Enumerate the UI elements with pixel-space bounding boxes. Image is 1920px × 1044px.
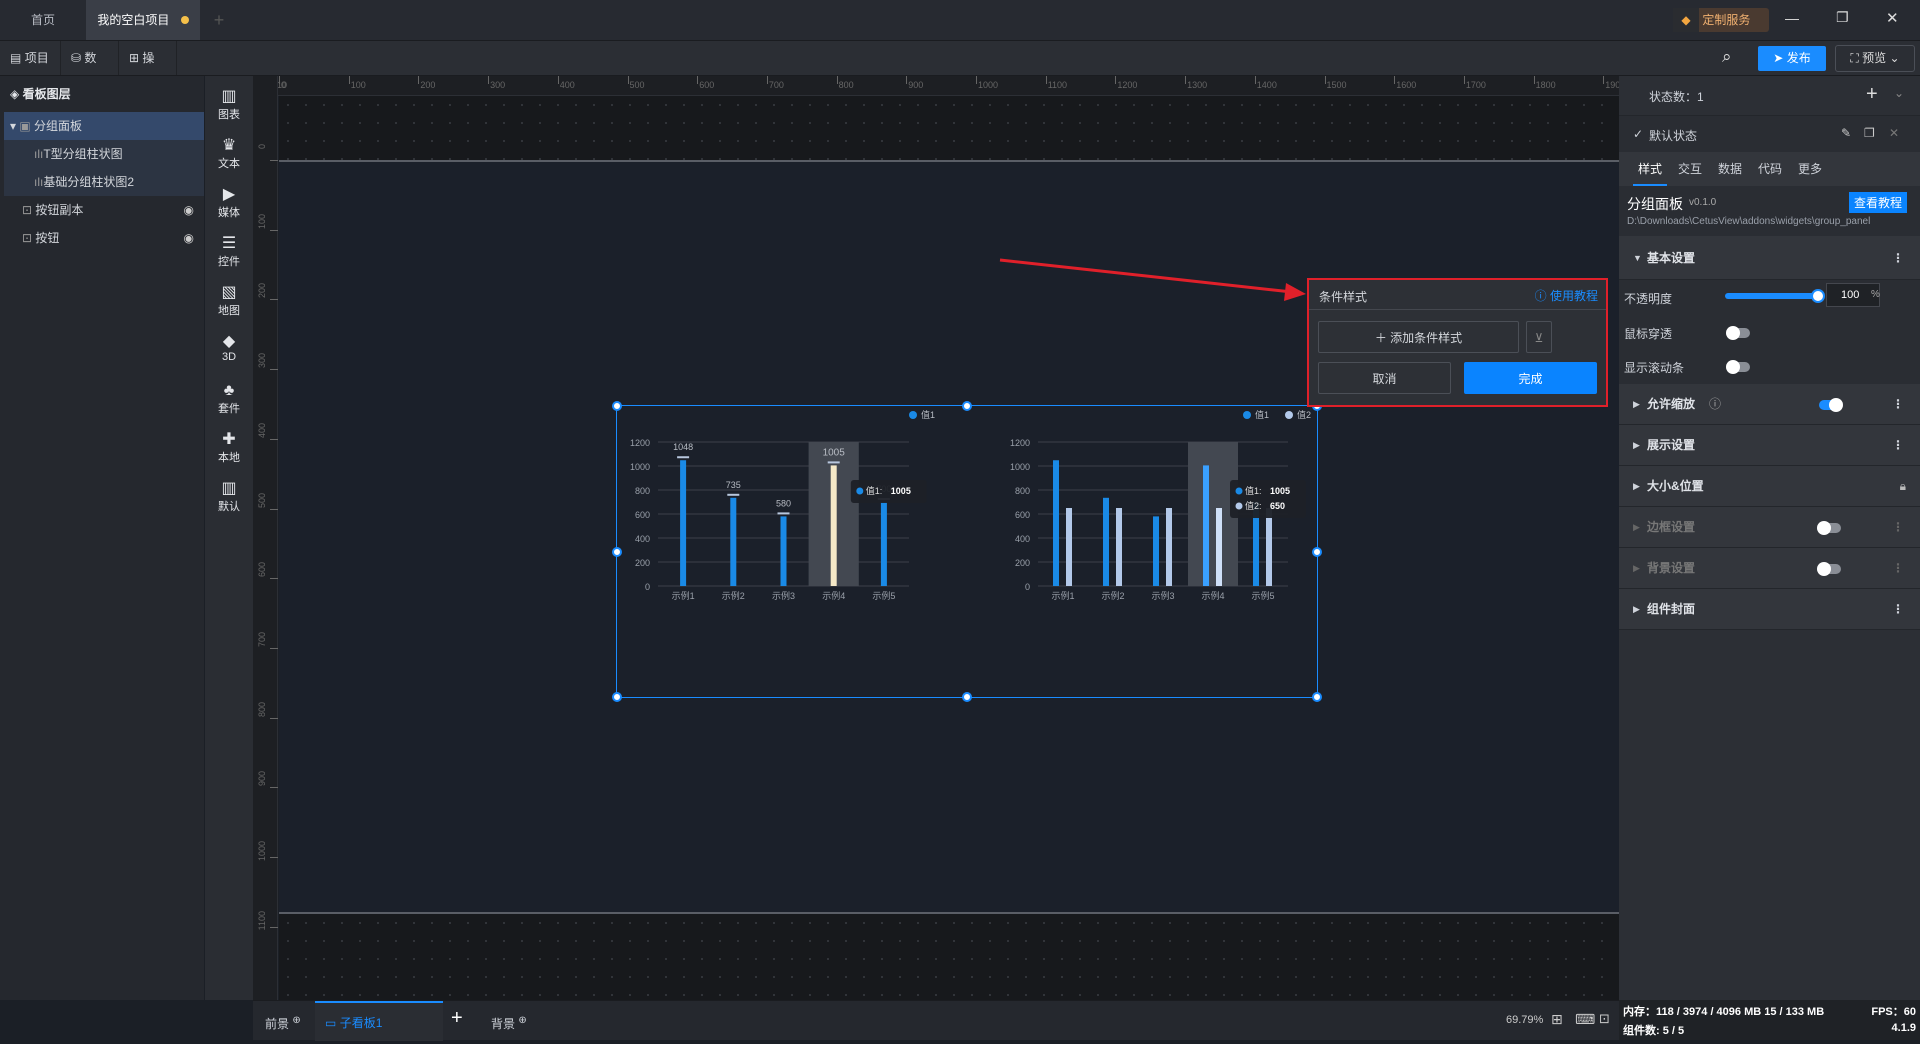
section-1[interactable]: ▶ 展示设置 ⋮ <box>1619 425 1920 466</box>
section-label: 展示设置 <box>1647 438 1696 452</box>
keyboard-icon[interactable]: ⌨ <box>1575 1011 1595 1028</box>
tab-subboard-1[interactable]: ▭ 子看板1 <box>315 1001 443 1041</box>
section-label: 基本设置 <box>1647 251 1696 265</box>
tab-label: 背景 <box>491 1017 516 1031</box>
caret-right-icon: ▶ <box>1633 563 1640 573</box>
section-label: 组件封面 <box>1647 602 1696 616</box>
tab-interaction[interactable]: 交互 <box>1673 152 1707 186</box>
section-2[interactable]: ▶ 大小&位置 🔒︎ <box>1619 466 1920 507</box>
section-4[interactable]: ▶ 背景设置 ⋮ <box>1619 548 1920 589</box>
more-icon[interactable]: ⋮ <box>1892 384 1904 425</box>
tutorial-link[interactable]: ⓘ 使用教程 <box>1535 287 1598 304</box>
more-icon[interactable]: ⋮ <box>1892 589 1904 630</box>
caret-right-icon: ▶ <box>1633 481 1640 491</box>
section-label: 允许缩放 <box>1647 397 1696 411</box>
mouse-through-toggle[interactable] <box>1726 326 1750 340</box>
tab-more[interactable]: 更多 <box>1793 152 1827 186</box>
mouse-through-label: 鼠标穿透 <box>1624 327 1673 341</box>
memory-usage: 内存：118 / 3974 / 4096 MB 15 / 133 MB <box>1623 1006 1825 1018</box>
status-bar: 内存：118 / 3974 / 4096 MB 15 / 133 MB FPS：… <box>1619 1000 1920 1040</box>
properties-panel: 状态数：1 + ⌄ ✓ 默认状态 ✎ ❐ ✕ 样式 交互 数据 代码 更多 分组面板 v… <box>1619 76 1920 1000</box>
caret-right-icon: ▶ <box>1633 604 1640 614</box>
widget-version: v0.1.0 <box>1689 197 1717 208</box>
copy-icon[interactable]: ❐ <box>1864 126 1875 140</box>
chevron-down-icon[interactable]: ⌄ <box>1894 86 1904 100</box>
condition-style-popup: 条件样式 ⓘ 使用教程 ＋ 添加条件样式 ⊻ 取消 完成 <box>1307 278 1608 407</box>
help-icon: ⓘ <box>1534 289 1547 303</box>
more-icon[interactable]: ⋮ <box>1892 507 1904 548</box>
delete-state-icon[interactable]: ✕ <box>1889 126 1899 140</box>
opacity-label: 不透明度 <box>1624 292 1673 306</box>
section-label: 背景设置 <box>1647 561 1696 575</box>
cancel-button[interactable]: 取消 <box>1318 362 1451 394</box>
view-tutorial-button[interactable]: 查看教程 <box>1849 192 1908 213</box>
tab-label: 子看板1 <box>339 1016 383 1030</box>
show-scrollbar-toggle[interactable] <box>1726 360 1750 374</box>
tab-foreground[interactable]: 前景 ⊕ <box>253 1001 313 1041</box>
section-toggle[interactable] <box>1817 521 1841 535</box>
caret-right-icon: ▶ <box>1633 440 1640 450</box>
show-scrollbar-label: 显示滚动条 <box>1624 361 1685 375</box>
tab-code[interactable]: 代码 <box>1753 152 1787 186</box>
more-icon[interactable]: ⋮ <box>1892 548 1904 589</box>
done-button[interactable]: 完成 <box>1464 362 1597 394</box>
section-5[interactable]: ▶ 组件封面 ⋮ <box>1619 589 1920 630</box>
property-tabs: 样式 交互 数据 代码 更多 <box>1619 152 1920 186</box>
section-label: 边框设置 <box>1647 520 1696 534</box>
board-icon: ▭ <box>325 1016 337 1030</box>
popup-title: 条件样式 <box>1319 290 1368 304</box>
tab-data[interactable]: 数据 <box>1713 152 1747 186</box>
terminal-icon[interactable]: ⊡ <box>1599 1011 1610 1027</box>
section-0[interactable]: ▶ 允许缩放 ⓘ ⋮ <box>1619 384 1920 425</box>
fps: FPS：60 <box>1871 1006 1916 1018</box>
zoom-level[interactable]: 69.79% <box>1506 1014 1543 1026</box>
fit-screen-icon[interactable]: ⊞ <box>1551 1011 1563 1028</box>
percent-unit: % <box>1871 289 1880 300</box>
add-state-button[interactable]: + <box>1866 83 1878 106</box>
tab-style[interactable]: 样式 <box>1633 152 1667 186</box>
caret-right-icon: ▶ <box>1633 399 1640 409</box>
opacity-value: 100 <box>1841 289 1860 301</box>
add-subboard-button[interactable]: + <box>451 1007 463 1030</box>
opacity-input[interactable]: 100% <box>1826 283 1880 307</box>
component-count: 组件数: 5 / 5 <box>1623 1025 1685 1037</box>
more-icon[interactable]: ⋮ <box>1892 236 1904 280</box>
filter-add-icon[interactable]: ⊻ <box>1526 321 1552 353</box>
widget-path: D:\Downloads\CetusView\addons\widgets\gr… <box>1627 216 1871 227</box>
caret-right-icon: ▶ <box>1633 522 1640 532</box>
default-state-label[interactable]: 默认状态 <box>1649 127 1697 144</box>
section-3[interactable]: ▶ 边框设置 ⋮ <box>1619 507 1920 548</box>
state-count: 状态数：1 <box>1649 90 1704 104</box>
add-circle-icon[interactable]: ⊕ <box>292 1015 300 1026</box>
section-toggle[interactable] <box>1819 398 1843 412</box>
add-condition-button[interactable]: ＋ 添加条件样式 <box>1318 321 1519 353</box>
tab-label: 前景 <box>265 1017 290 1031</box>
edit-icon[interactable]: ✎ <box>1841 126 1851 140</box>
tab-background[interactable]: 背景 ⊕ <box>485 1001 545 1041</box>
section-label: 大小&位置 <box>1647 479 1704 493</box>
check-icon: ✓ <box>1633 127 1644 141</box>
more-icon[interactable]: ⋮ <box>1892 425 1904 466</box>
widget-name: 分组面板 <box>1627 196 1683 212</box>
section-toggle[interactable] <box>1817 562 1841 576</box>
board-tabs-bar: 前景 ⊕ ▭ 子看板1 + 背景 ⊕ 69.79% ⊞ ⌨ ⊡ <box>253 1000 1619 1041</box>
tutorial-label: 使用教程 <box>1549 289 1598 303</box>
lock-icon[interactable]: 🔒︎ <box>1900 466 1906 507</box>
opacity-slider[interactable] <box>1725 289 1825 303</box>
help-icon[interactable]: ⓘ <box>1709 384 1721 425</box>
slider-thumb[interactable] <box>1811 289 1825 303</box>
add-circle-icon[interactable]: ⊕ <box>518 1015 526 1026</box>
section-basic-settings[interactable]: ▼ 基本设置 ⋮ <box>1619 236 1920 280</box>
app-version: 4.1.9 <box>1891 1022 1916 1034</box>
